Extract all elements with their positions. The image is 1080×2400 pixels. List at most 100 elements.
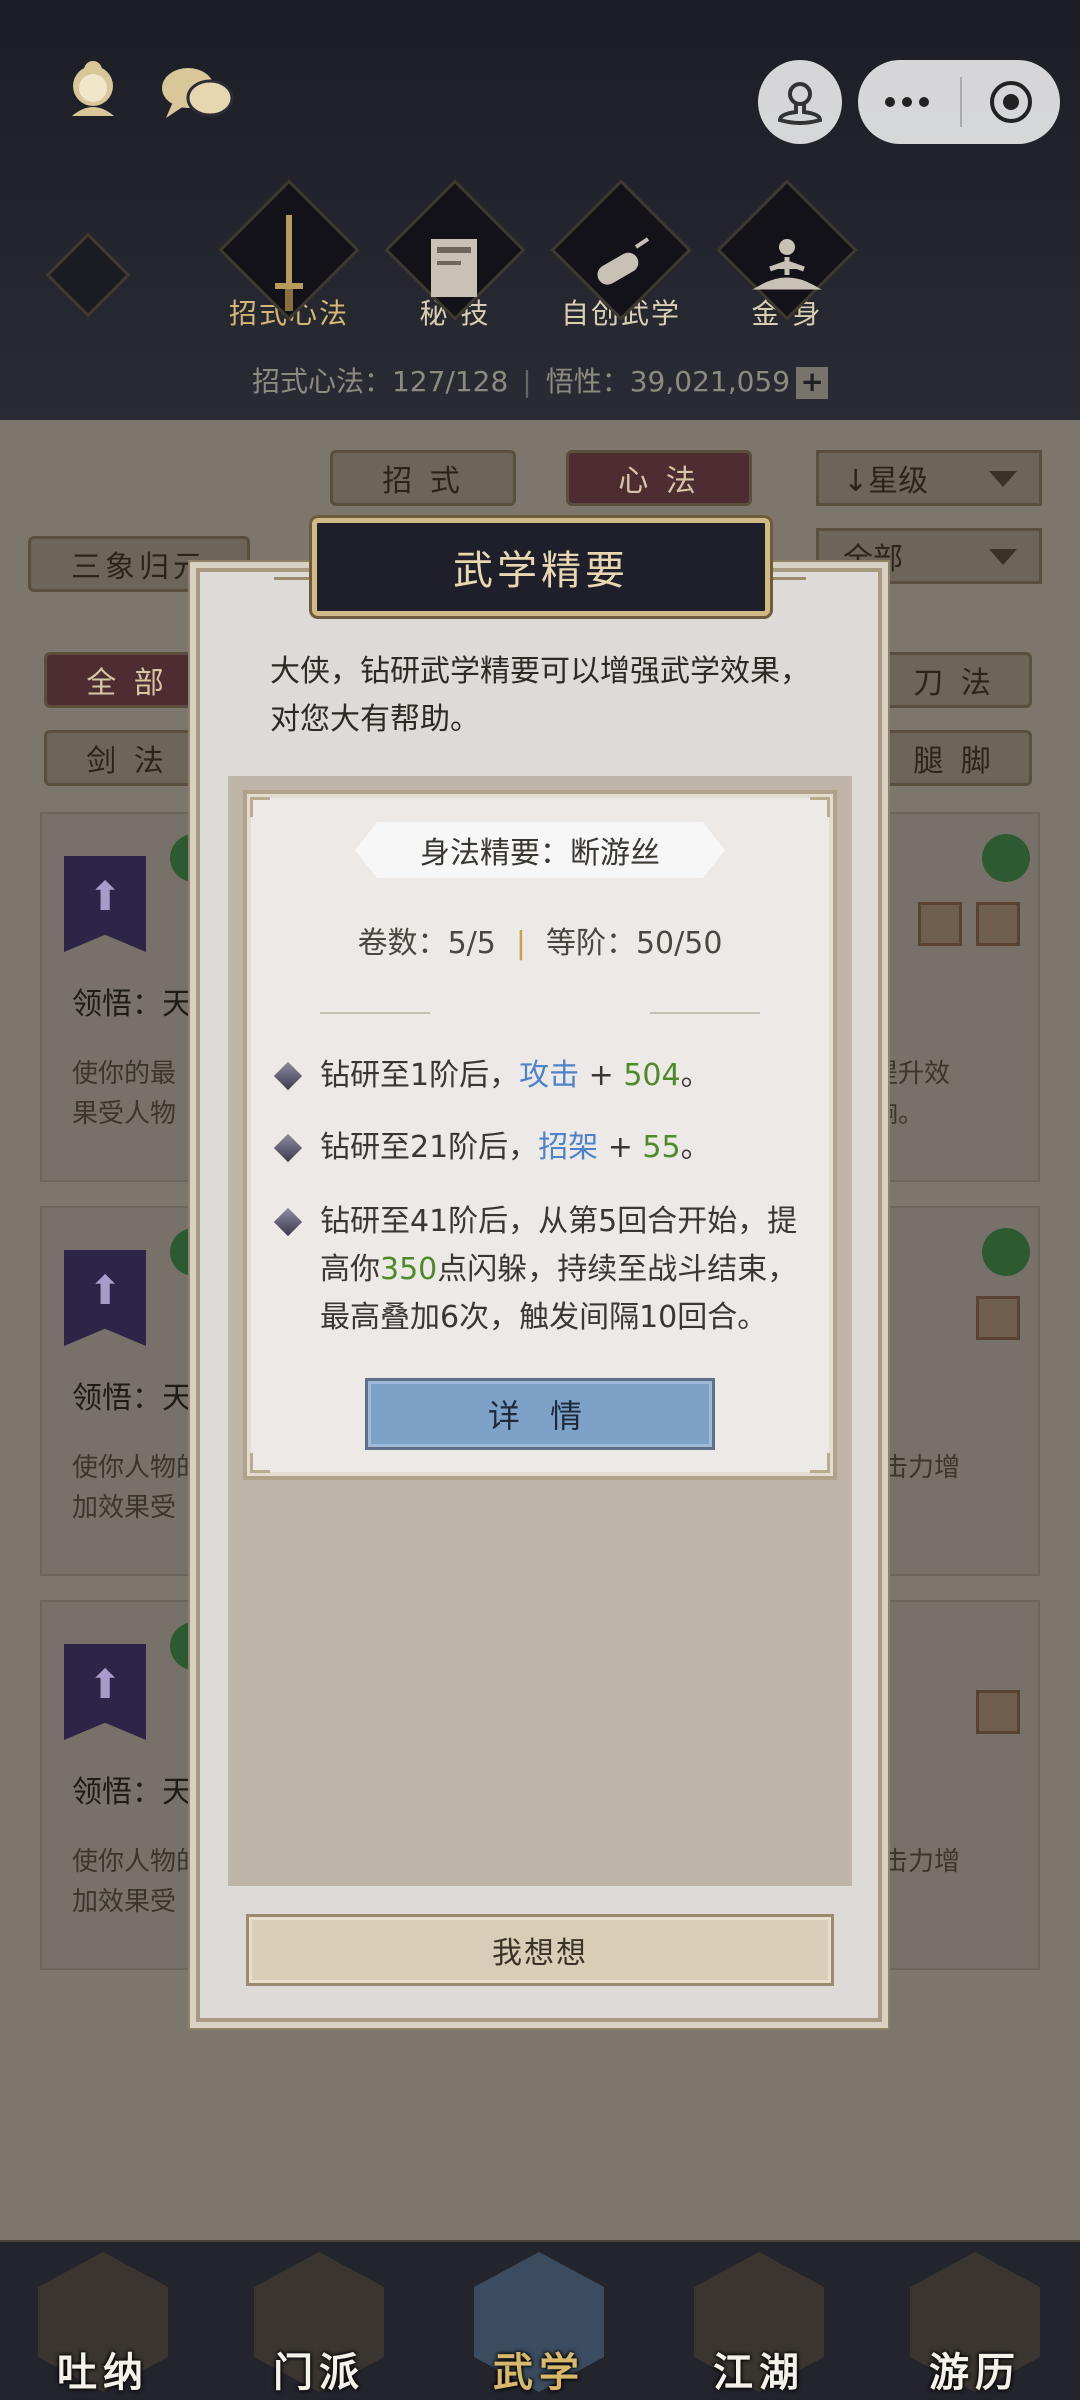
tab-moves[interactable]: 招 式 <box>330 450 516 506</box>
stats-label-moves: 招式心法： <box>251 365 392 398</box>
bonus-item: 钻研至41阶后，从第5回合开始，提高你350点闪躲，持续至战斗结束，最高叠加6次… <box>273 1198 818 1342</box>
desc-line: 响。 <box>872 1099 925 1129</box>
desc-line: 使你人物的 <box>72 1847 203 1877</box>
skill-description-right: 击力增 <box>882 1842 960 1882</box>
desc-line: 使你的最 <box>72 1059 177 1089</box>
nav-breathing[interactable]: 吐纳 <box>28 2252 178 2400</box>
bonus-text: 钻研至21阶后， <box>320 1130 539 1165</box>
desc-line: 加效果受 <box>72 1887 177 1917</box>
diamond-bullet-icon <box>273 1207 303 1237</box>
rank-value: 50/50 <box>635 926 723 961</box>
nav-sect[interactable]: 门派 <box>244 2252 394 2400</box>
nav-label: 江湖 <box>713 2350 805 2396</box>
dialog-title: 武学精要 <box>453 548 629 594</box>
skill-description: 使你的最 果受人物 <box>72 1054 176 1134</box>
chat-icon[interactable] <box>158 58 234 128</box>
bonus-value: 55 <box>642 1130 681 1165</box>
tag-icon <box>976 1690 1020 1734</box>
filter-blade[interactable]: 刀 法 <box>876 652 1032 708</box>
nav-travel[interactable]: 游历 <box>900 2252 1050 2400</box>
skill-description-right: 击力增 <box>882 1448 960 1488</box>
nav-martial[interactable]: 武学 <box>464 2252 614 2400</box>
miniprogram-user-button[interactable] <box>758 60 842 144</box>
category-golden-body[interactable]: 金 身 <box>716 179 858 332</box>
close-program-button[interactable] <box>962 60 1060 144</box>
nav-label: 吐纳 <box>57 2350 149 2396</box>
chevron-down-icon <box>989 471 1017 487</box>
corner-ornament <box>250 797 270 817</box>
nav-label: 门派 <box>273 2350 365 2396</box>
stats-bar: 招式心法：127/128 | 悟性：39,021,059 + <box>0 360 1080 400</box>
sort-select-value: ↓星级 <box>843 464 929 499</box>
more-button[interactable] <box>858 60 956 144</box>
stats-value-moves: 127/128 <box>391 365 509 398</box>
nav-label: 武学 <box>493 2350 585 2396</box>
bonus-plus: + <box>598 1130 643 1165</box>
bonus-stat: 攻击 <box>519 1058 580 1093</box>
nav-jianghu[interactable]: 江湖 <box>684 2252 834 2400</box>
miniprogram-capsule <box>858 60 1060 144</box>
category-secret-skill[interactable]: 秘 技 <box>384 179 526 332</box>
nav-label: 游历 <box>929 2350 1021 2396</box>
filter-leg[interactable]: 腿 脚 <box>876 730 1032 786</box>
scroll-icon <box>556 208 686 328</box>
rank-label: 等阶： <box>545 926 636 961</box>
comprehend-label: 领悟：天 <box>72 1775 192 1810</box>
desc-line: 使你人物的 <box>72 1453 203 1483</box>
bonus-text: 钻研至1阶后， <box>320 1058 520 1093</box>
think-again-button[interactable]: 我想想 <box>246 1914 834 1986</box>
meditation-icon <box>722 208 852 328</box>
dialog-intro: 大侠，钻研武学精要可以增强武学效果，对您大有帮助。 <box>270 654 810 737</box>
stats-divider: | <box>522 365 532 398</box>
bonus-value: 504 <box>623 1058 681 1093</box>
target-circle-icon <box>990 81 1032 123</box>
bonus-suffix: 。 <box>680 1058 711 1093</box>
comprehend-label: 领悟：天 <box>72 1381 192 1416</box>
desc-line: 击力增 <box>882 1847 961 1877</box>
rank-banner-icon <box>64 1644 146 1740</box>
category-moves-arts[interactable]: 招式心法 <box>218 179 360 332</box>
corner-ornament <box>810 1453 830 1473</box>
details-button[interactable]: 详 情 <box>365 1378 715 1450</box>
category-self-created[interactable]: 自创武学 <box>550 179 692 332</box>
rank-banner-icon <box>64 1250 146 1346</box>
add-insight-button[interactable]: + <box>796 367 829 399</box>
top-header: 招式心法 秘 技 自创武学 金 身 招式心法：127/128 | 悟性：39,021… <box>0 0 1080 420</box>
volume-rank-row: 卷数：5/5 | 等阶：50/50 <box>243 918 837 962</box>
chevron-down-icon <box>989 549 1017 565</box>
essence-name: 身法精要：断游丝 <box>420 836 660 871</box>
volume-value: 5/5 <box>447 926 496 961</box>
tab-arts[interactable]: 心 法 <box>566 450 752 506</box>
dialog-title-bar: 武学精要 <box>312 518 770 616</box>
comprehend-label: 领悟：天 <box>72 987 192 1022</box>
book-icon <box>390 208 520 328</box>
skill-description: 使你人物的 加效果受 <box>72 1448 202 1528</box>
title-ornament <box>274 560 314 580</box>
skill-description-right: 提升效 响。 <box>872 1054 950 1134</box>
more-dots-icon <box>885 97 929 107</box>
bonus-stat: 招架 <box>538 1130 599 1165</box>
desc-line: 加效果受 <box>72 1493 177 1523</box>
corner-ornament <box>250 1453 270 1473</box>
desc-line: 果受人物 <box>72 1099 177 1129</box>
bonus-plus: + <box>579 1058 624 1093</box>
element-icon <box>982 1228 1030 1276</box>
stats-value-insight: 39,021,059 <box>629 365 791 398</box>
diamond-bullet-icon <box>273 1061 303 1091</box>
tag-icon <box>976 1296 1020 1340</box>
sort-select[interactable]: ↓星级 <box>816 450 1042 506</box>
skill-description: 使你人物的 加效果受 <box>72 1842 202 1922</box>
bonus-value: 350 <box>380 1252 438 1287</box>
bonus-item: 钻研至1阶后，攻击 + 504。 <box>273 1052 818 1100</box>
essence-name-plate: 身法精要：断游丝 <box>355 822 725 878</box>
filter-sword[interactable]: 剑 法 <box>44 730 210 786</box>
corner-ornament <box>810 797 830 817</box>
element-icon <box>982 834 1030 882</box>
filter-all[interactable]: 全 部 <box>44 652 210 708</box>
eye-toggle-icon[interactable] <box>45 232 131 318</box>
stats-label-insight: 悟性： <box>545 365 630 398</box>
sword-icon <box>224 208 354 328</box>
title-ornament <box>766 560 806 580</box>
avatar-icon[interactable] <box>58 58 128 128</box>
tag-icon <box>918 902 962 946</box>
